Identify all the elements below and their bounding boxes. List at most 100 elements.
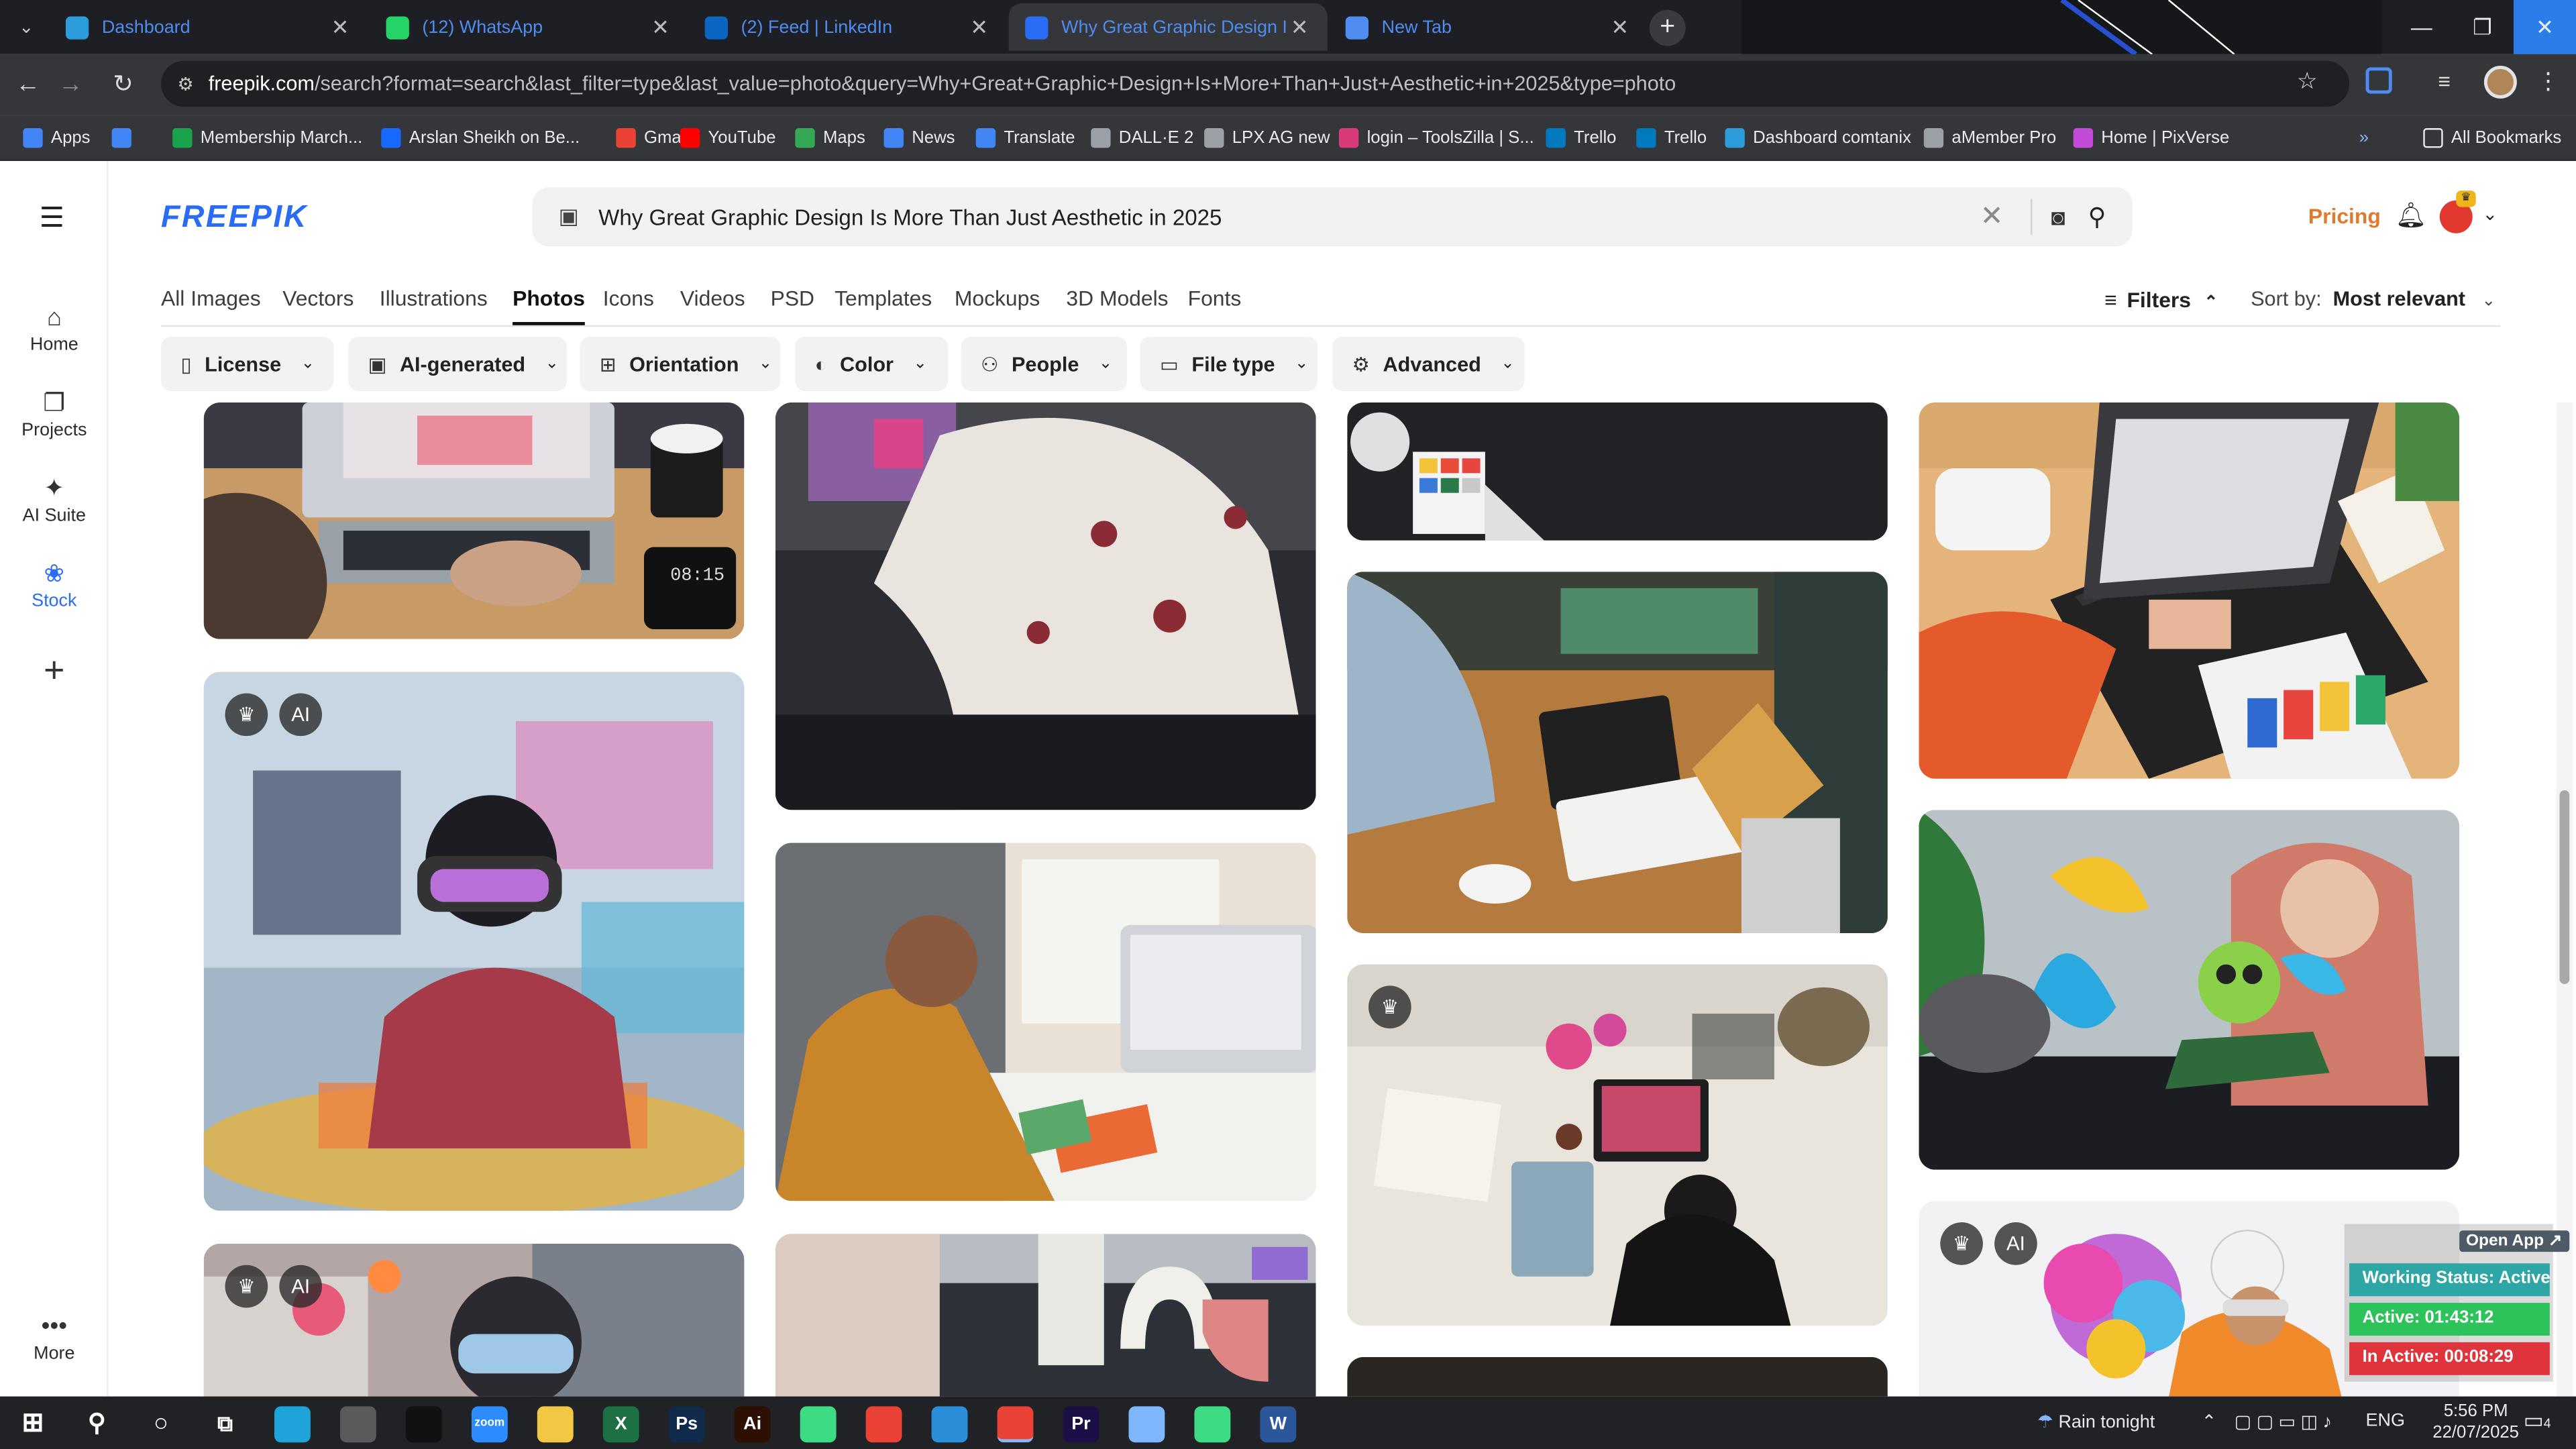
taskbar-edge-icon[interactable] — [274, 1406, 311, 1443]
filter-pill-people[interactable]: ⚇ People ⌄ — [961, 337, 1128, 391]
clear-search-icon[interactable]: ✕ — [1980, 201, 2004, 233]
bookmark-item[interactable]: Maps — [795, 123, 865, 153]
category-tab-videos[interactable]: Videos — [680, 286, 745, 325]
taskbar-chrome-icon[interactable] — [865, 1406, 902, 1443]
back-arrow-icon[interactable]: ← — [10, 67, 46, 103]
pricing-link[interactable]: Pricing — [2308, 204, 2381, 229]
category-tab-icons[interactable]: Icons — [603, 286, 654, 325]
browser-tab[interactable]: New Tab ✕ — [1329, 3, 1648, 51]
category-tab-fonts[interactable]: Fonts — [1188, 286, 1242, 325]
result-card[interactable]: ♛ AI — [203, 1243, 745, 1397]
filter-pill-orientation[interactable]: ⊞ Orientation ⌄ — [580, 337, 781, 391]
bookmark-item[interactable]: login – ToolsZilla | S... — [1338, 123, 1534, 153]
search-icon[interactable]: ⚲ — [79, 1406, 115, 1442]
all-bookmarks-folder[interactable]: All Bookmarks — [2423, 123, 2561, 153]
browser-menu-icon[interactable]: ⋮ — [2536, 67, 2559, 95]
category-tab-illustrations[interactable]: Illustrations — [380, 286, 488, 325]
category-tab-vectors[interactable]: Vectors — [282, 286, 354, 325]
search-input[interactable]: Why Great Graphic Design Is More Than Ju… — [598, 205, 1980, 229]
filter-pill-ai-generated[interactable]: ▣ AI-generated ⌄ — [348, 337, 567, 391]
result-card[interactable] — [775, 402, 1316, 810]
result-card[interactable] — [1347, 402, 1888, 541]
taskbar-android-icon[interactable] — [1194, 1406, 1231, 1443]
tray-overflow-icon[interactable]: ⌃ — [2202, 1411, 2217, 1432]
result-card[interactable] — [775, 843, 1316, 1201]
bookmark-star-icon[interactable]: ☆ — [2297, 67, 2318, 95]
left-nav-stock[interactable]: ❀ Stock — [0, 559, 109, 611]
category-tab-psd[interactable]: PSD — [771, 286, 814, 325]
windows-start-icon[interactable]: ⊞ — [15, 1406, 51, 1442]
left-nav-add[interactable]: + — [0, 651, 109, 688]
filter-pill-color[interactable]: ◐ Color ⌄ — [795, 337, 949, 391]
taskbar-photoshop-icon[interactable]: Ps — [668, 1406, 705, 1443]
taskbar-excel-icon[interactable]: X — [602, 1406, 639, 1443]
bookmark-item[interactable]: DALL·E 2 — [1091, 123, 1193, 153]
category-tab-templates[interactable]: Templates — [835, 286, 932, 325]
open-app-button[interactable]: Open App ↗ — [2459, 1230, 2569, 1252]
result-card[interactable] — [1919, 810, 2460, 1170]
clock[interactable]: 5:56 PM 22/07/2025 — [2432, 1401, 2520, 1444]
task-view-icon[interactable]: ⧉ — [207, 1406, 244, 1442]
scrollbar-thumb[interactable] — [2559, 790, 2570, 984]
bookmark-item[interactable]: Dashboard comtanix — [1725, 123, 1911, 153]
left-nav-projects[interactable]: ❐ Projects — [0, 388, 109, 440]
notification-center-icon[interactable]: ▭4 — [2524, 1408, 2551, 1434]
category-tab-mockups[interactable]: Mockups — [955, 286, 1040, 325]
cortana-icon[interactable]: ○ — [143, 1406, 179, 1442]
browser-tab[interactable]: (12) WhatsApp ✕ — [370, 3, 688, 51]
bookmark-item[interactable] — [111, 123, 140, 153]
bookmark-item[interactable]: News — [883, 123, 955, 153]
reload-icon[interactable]: ↻ — [105, 67, 142, 103]
tab-close-icon[interactable]: ✕ — [967, 14, 990, 40]
address-bar[interactable]: ⚙ freepik.com/search?format=search&last_… — [161, 60, 2350, 107]
filter-pill-license[interactable]: ▯ License ⌄ — [161, 337, 334, 391]
left-nav-home[interactable]: ⌂ Home — [0, 303, 109, 355]
taskbar-vscode-icon[interactable] — [931, 1406, 968, 1443]
taskbar-illustrator-icon[interactable]: Ai — [734, 1406, 771, 1443]
bookmark-item[interactable]: Gmail — [616, 123, 689, 153]
category-tab-photos[interactable]: Photos — [513, 286, 585, 325]
bookmark-item[interactable]: LPX AG new — [1204, 123, 1330, 153]
tab-search-chevron-icon[interactable]: ⌄ — [10, 13, 43, 43]
search-icon[interactable]: ⚲ — [2088, 202, 2106, 232]
result-card[interactable]: 08:15 — [203, 402, 745, 639]
minimize-button[interactable]: — — [2392, 0, 2451, 54]
media-controls-icon[interactable]: ≡ — [2438, 69, 2451, 94]
tab-close-icon[interactable]: ✕ — [1288, 14, 1311, 40]
result-card[interactable]: ♛ AI — [203, 672, 745, 1211]
bookmark-item[interactable]: Apps — [23, 123, 91, 153]
tray-icons[interactable]: ▢ ▢ ▭ ◫ ♪ — [2235, 1411, 2332, 1432]
result-card[interactable]: ♛ — [1347, 964, 1888, 1326]
tab-close-icon[interactable]: ✕ — [649, 14, 672, 40]
site-settings-icon[interactable]: ⚙ — [177, 73, 193, 94]
bookmark-item[interactable]: Home | PixVerse — [2073, 123, 2229, 153]
tab-close-icon[interactable]: ✕ — [329, 14, 352, 40]
weather-widget[interactable]: ☂ Rain tonight — [2037, 1411, 2155, 1432]
filter-pill-advanced[interactable]: ⚙ Advanced ⌄ — [1332, 337, 1525, 391]
bookmark-item[interactable]: Arslan Sheikh on Be... — [381, 123, 580, 153]
close-window-button[interactable]: ✕ — [2513, 0, 2576, 54]
taskbar-explorer-icon[interactable] — [537, 1406, 574, 1443]
bookmark-item[interactable]: aMember Pro — [1923, 123, 2056, 153]
extension-icon[interactable] — [2365, 67, 2392, 94]
taskbar-pen-icon[interactable] — [339, 1406, 376, 1443]
maximize-button[interactable]: ❐ — [2453, 0, 2512, 54]
result-card[interactable] — [1347, 1356, 1888, 1397]
profile-avatar[interactable] — [2483, 65, 2517, 99]
sort-dropdown[interactable]: Sort by: Most relevant ⌄ — [2251, 288, 2496, 311]
bookmark-item[interactable]: Trello — [1546, 123, 1617, 153]
bookmark-item[interactable]: Membership March... — [172, 123, 362, 153]
new-tab-button[interactable]: + — [1649, 9, 1686, 46]
taskbar-zoom-icon[interactable]: zoom — [471, 1406, 508, 1443]
bookmark-item[interactable]: Trello — [1636, 123, 1707, 153]
result-card[interactable] — [1347, 572, 1888, 934]
browser-tab[interactable]: (2) Feed | LinkedIn ✕ — [688, 3, 1007, 51]
hamburger-menu-icon[interactable]: ☰ — [40, 202, 64, 235]
taskbar-app-icon[interactable] — [1128, 1406, 1165, 1443]
language-indicator[interactable]: ENG — [2366, 1411, 2405, 1431]
taskbar-terminal-icon[interactable] — [405, 1406, 442, 1443]
category-tab-all-images[interactable]: All Images — [161, 286, 261, 325]
taskbar-chrome-active-icon[interactable] — [997, 1406, 1034, 1443]
forward-arrow-icon[interactable]: → — [52, 67, 89, 103]
taskbar-android-icon[interactable] — [800, 1406, 837, 1443]
